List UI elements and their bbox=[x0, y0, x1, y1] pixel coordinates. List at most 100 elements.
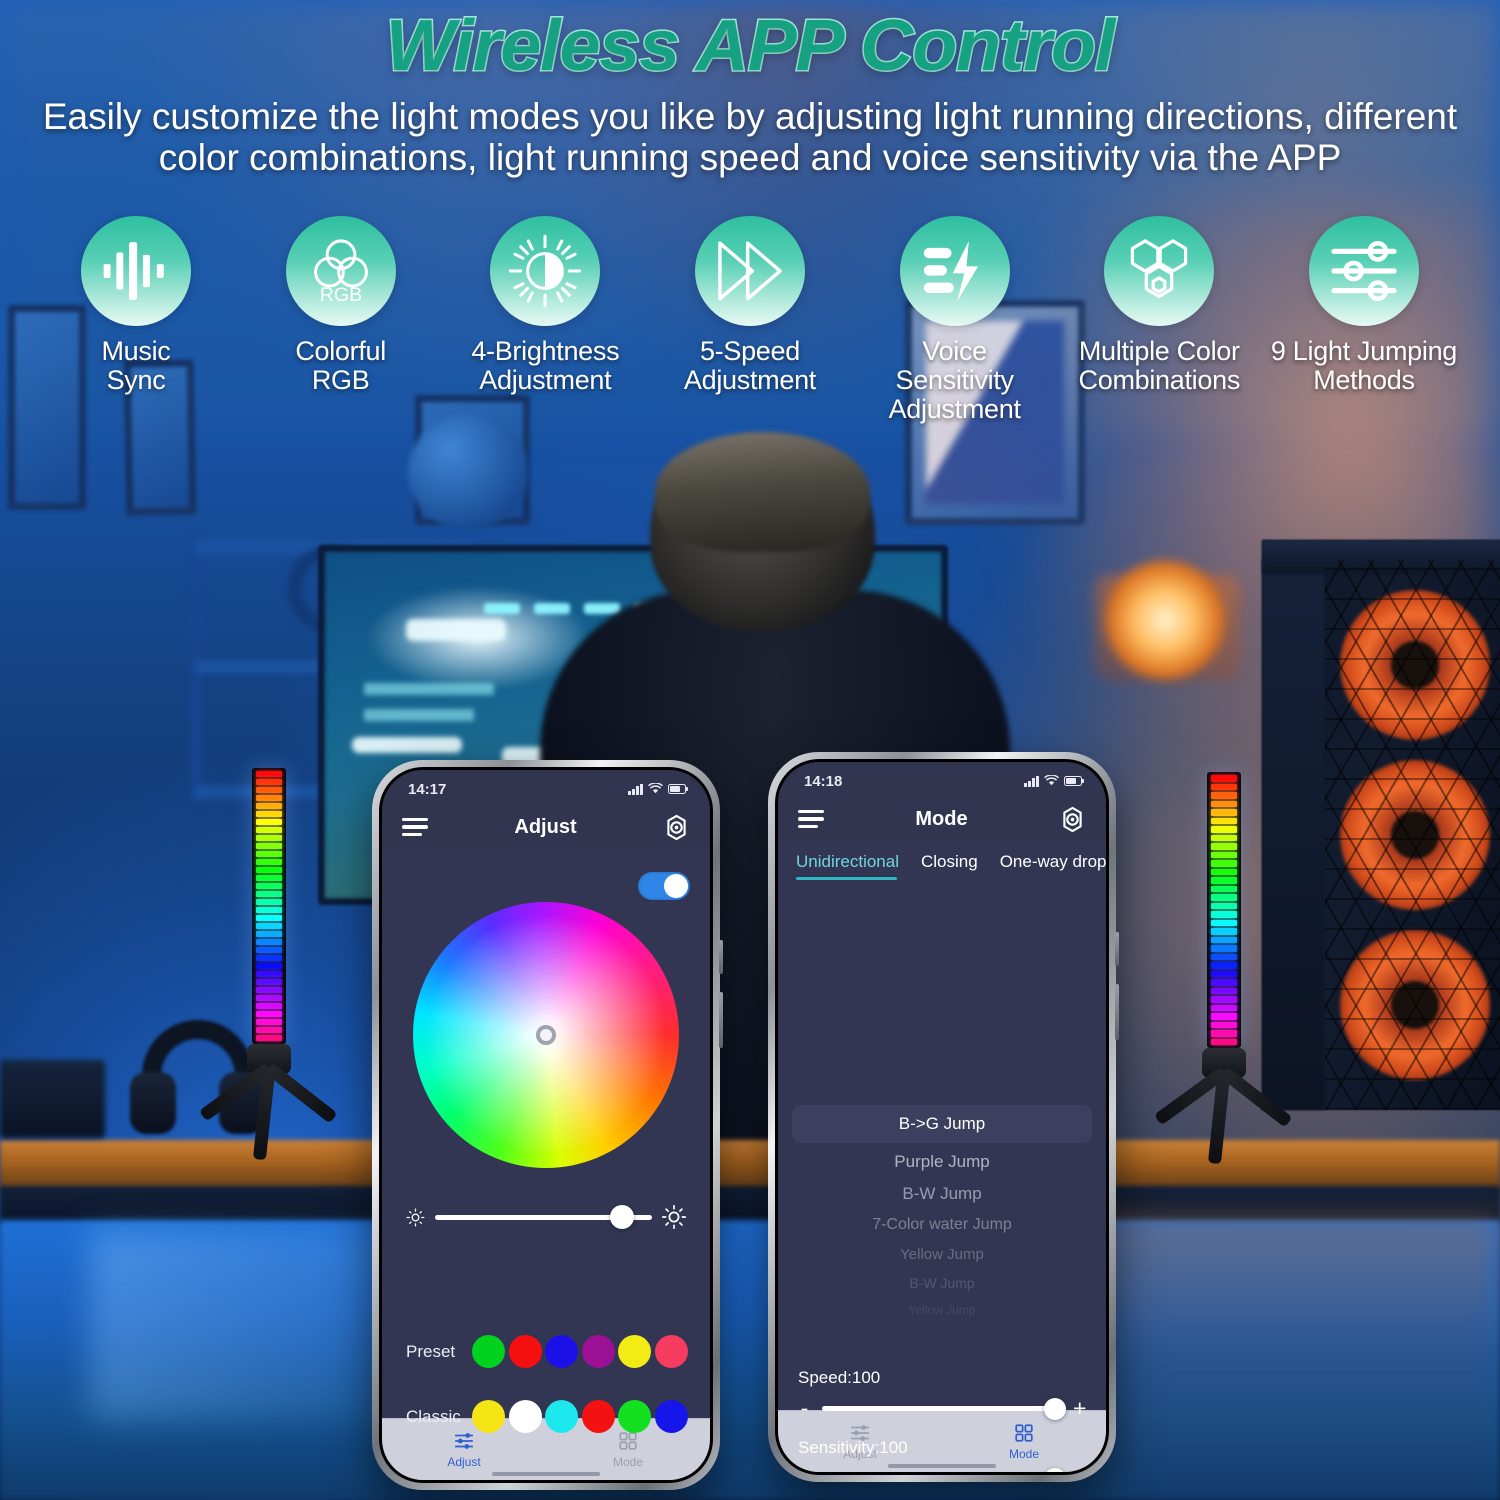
classic-swatches[interactable] bbox=[472, 1400, 692, 1433]
feature-icon-circle bbox=[1104, 216, 1215, 326]
brightness-sun-icon bbox=[509, 234, 582, 308]
led-segment bbox=[1211, 962, 1237, 969]
music-wave-icon bbox=[103, 242, 164, 300]
preset-label: Preset bbox=[406, 1341, 456, 1361]
color-wheel-knob[interactable] bbox=[536, 1025, 556, 1045]
led-segment bbox=[256, 891, 282, 897]
feature-label: 5-Speed Adjustment bbox=[683, 336, 816, 396]
led-segment bbox=[1211, 1030, 1237, 1037]
color-swatch[interactable] bbox=[654, 1335, 688, 1368]
feature-label: Music Sync bbox=[101, 336, 171, 396]
classic-label: Classic bbox=[406, 1406, 461, 1426]
preset-swatches[interactable] bbox=[472, 1335, 692, 1368]
led-segment bbox=[1211, 1038, 1237, 1045]
brightness-slider-handle[interactable] bbox=[609, 1205, 634, 1229]
color-swatch[interactable] bbox=[581, 1400, 615, 1433]
led-segment bbox=[256, 819, 282, 825]
led-segment bbox=[1211, 911, 1237, 918]
feature-brightness: 4-Brightness Adjustment bbox=[451, 216, 639, 424]
desk-object bbox=[0, 1060, 105, 1138]
led-segment bbox=[256, 995, 282, 1001]
mode-list-item[interactable]: B-W Jump bbox=[792, 1178, 1092, 1210]
mode-tab-2[interactable]: One-way drop bbox=[1000, 852, 1106, 880]
color-swatch[interactable] bbox=[618, 1400, 652, 1433]
speed-slider-handle[interactable] bbox=[1043, 1397, 1066, 1420]
led-segment bbox=[256, 859, 282, 865]
led-segment bbox=[256, 1035, 282, 1041]
led-segment bbox=[1211, 851, 1237, 858]
feature-label: Voice Sensitivity Adjustment bbox=[888, 336, 1021, 425]
feature-colorful-rgb: RGB Colorful RGB bbox=[247, 216, 435, 424]
led-segment bbox=[1211, 783, 1237, 790]
page-subtitle: Easily customize the light modes you lik… bbox=[42, 96, 1458, 179]
mode-list-item[interactable]: Purple Jump bbox=[792, 1146, 1092, 1178]
color-swatch[interactable] bbox=[545, 1400, 579, 1433]
mode-tab-bar[interactable]: UnidirectionalClosingOne-way dropClosing… bbox=[778, 842, 1106, 880]
feature-label: 9 Light Jumping Methods bbox=[1270, 336, 1457, 396]
color-swatch[interactable] bbox=[618, 1335, 652, 1368]
led-segment bbox=[256, 851, 282, 857]
led-segment bbox=[256, 835, 282, 841]
feature-icon-circle bbox=[694, 216, 805, 326]
floor-warm-area bbox=[1050, 1215, 1500, 1500]
led-segment bbox=[1211, 936, 1237, 943]
led-segment bbox=[1211, 792, 1237, 799]
mode-tab-1[interactable]: Closing bbox=[921, 852, 978, 880]
led-segment bbox=[256, 779, 282, 785]
feature-icon-circle bbox=[899, 216, 1010, 326]
color-swatch[interactable] bbox=[654, 1400, 688, 1433]
color-swatch[interactable] bbox=[508, 1335, 542, 1368]
speed-plus-button[interactable]: + bbox=[1073, 1397, 1086, 1420]
color-wheel[interactable] bbox=[413, 902, 679, 1168]
mode-list-item[interactable]: 7-Color water Jump bbox=[792, 1210, 1092, 1240]
signal-icon bbox=[1024, 775, 1039, 787]
led-segment bbox=[1211, 1021, 1237, 1028]
grid-nav-icon bbox=[619, 1432, 637, 1450]
color-swatch[interactable] bbox=[581, 1335, 615, 1368]
app-bar: Mode bbox=[778, 796, 1106, 842]
feature-icon-row: Music Sync RGB Colorful RGB 4-Brightness… bbox=[0, 216, 1500, 424]
mode-list-item[interactable]: Yellow Jump bbox=[792, 1297, 1092, 1323]
page-title: Wireless APP Control bbox=[384, 6, 1117, 86]
led-segment bbox=[1211, 928, 1237, 935]
mode-tab-0[interactable]: Unidirectional bbox=[796, 852, 899, 880]
mode-list-item[interactable]: B-W Jump bbox=[792, 1269, 1092, 1297]
mode-list[interactable]: B->G Jump Purple Jump B-W Jump 7-Color wate… bbox=[792, 1105, 1092, 1323]
mode-list-item[interactable]: Yellow Jump bbox=[792, 1240, 1092, 1269]
gear-icon[interactable] bbox=[1059, 806, 1086, 833]
sensitivity-minus-button[interactable]: - bbox=[798, 1467, 811, 1473]
rgb-circles-icon: RGB bbox=[313, 239, 368, 306]
brightness-slider[interactable] bbox=[435, 1205, 652, 1229]
power-toggle[interactable] bbox=[638, 872, 690, 900]
led-segment bbox=[1211, 834, 1237, 841]
mode-list-item[interactable]: B->G Jump bbox=[792, 1105, 1092, 1143]
hexagon-cluster-icon bbox=[1131, 239, 1188, 299]
hamburger-icon[interactable] bbox=[798, 809, 824, 829]
sensitivity-plus-button[interactable]: + bbox=[1073, 1467, 1086, 1473]
feature-icon-circle bbox=[1308, 216, 1419, 326]
color-swatch[interactable] bbox=[472, 1400, 505, 1433]
led-segment bbox=[256, 931, 282, 937]
color-swatch[interactable] bbox=[545, 1335, 579, 1368]
led-segment bbox=[1211, 1004, 1237, 1011]
led-segment bbox=[256, 787, 282, 793]
color-swatch[interactable] bbox=[508, 1400, 542, 1433]
phone-adjust-screen: 14:17 Adjust Preset Classic Adjust Mode bbox=[372, 760, 723, 1490]
speed-minus-button[interactable]: - bbox=[798, 1397, 811, 1420]
led-segment bbox=[1211, 775, 1237, 782]
phone-mode-screen: 14:18 Mode Unidirectional Closing One-wa… bbox=[768, 752, 1119, 1482]
led-segment bbox=[1211, 809, 1237, 816]
battery-icon bbox=[1064, 776, 1085, 786]
brightness-low-icon bbox=[406, 1208, 425, 1227]
sensitivity-slider-handle[interactable] bbox=[1043, 1467, 1066, 1472]
hamburger-icon[interactable] bbox=[402, 817, 428, 837]
led-segment bbox=[1211, 945, 1237, 952]
led-segment bbox=[1211, 885, 1237, 892]
speed-slider[interactable] bbox=[822, 1397, 1066, 1420]
status-bar: 14:17 bbox=[382, 770, 710, 804]
color-swatch[interactable] bbox=[472, 1335, 505, 1368]
tripod-stand bbox=[1153, 1048, 1293, 1165]
gear-icon[interactable] bbox=[663, 814, 690, 841]
led-segment bbox=[1211, 979, 1237, 986]
led-segment bbox=[256, 915, 282, 921]
